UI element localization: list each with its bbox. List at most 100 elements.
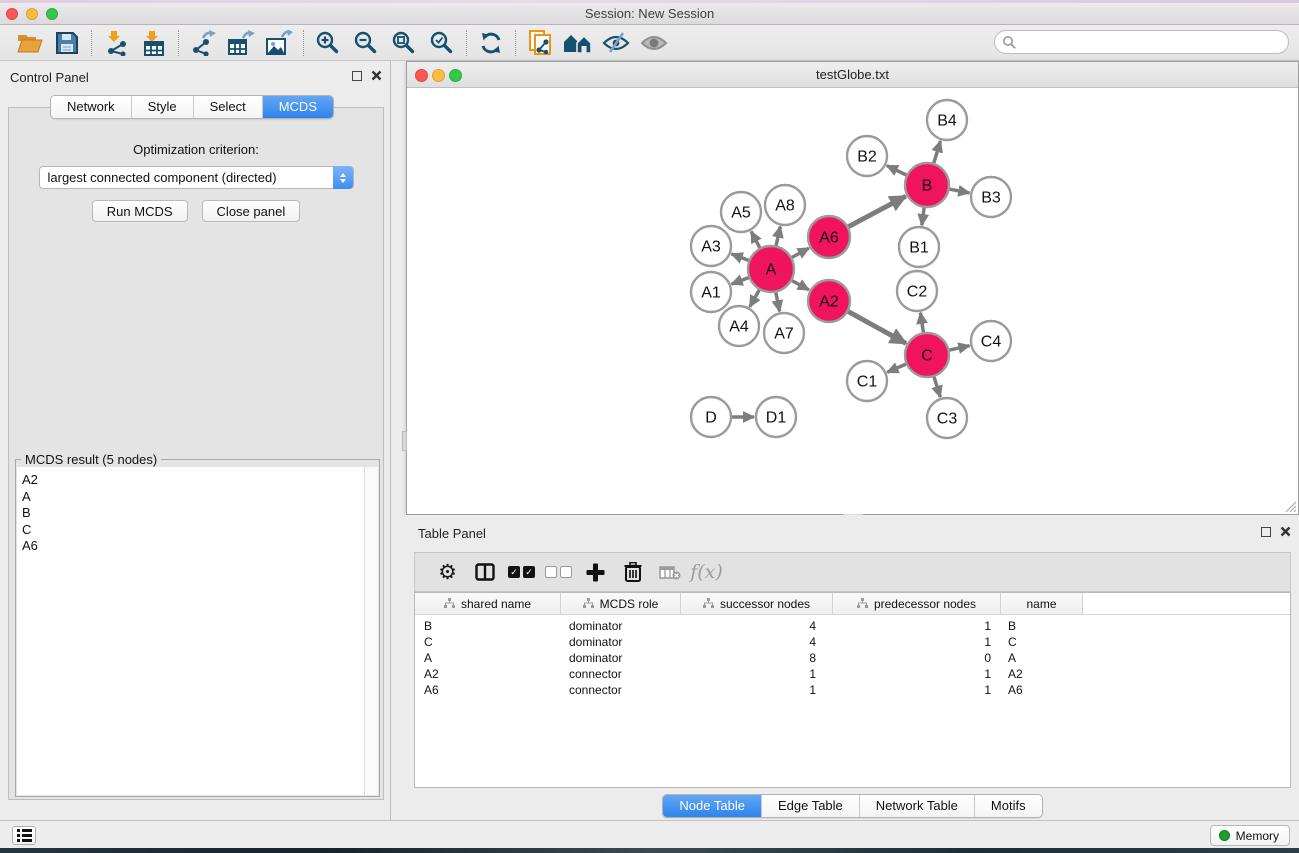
graph-node-D1[interactable]: D1 [756,397,796,437]
select-all-columns-button[interactable]: ✓✓ [503,556,540,588]
graph-edge-A2-C[interactable] [848,312,906,344]
memory-button[interactable]: Memory [1210,825,1290,846]
graph-edge-A6-B[interactable] [848,196,905,227]
table-settings-button[interactable]: ⚙ [429,556,466,588]
graph-node-A6[interactable]: A6 [808,216,850,258]
graph-edge-C-C1[interactable] [887,364,906,372]
mcds-result-item[interactable]: A2 [22,472,364,489]
save-session-button[interactable] [50,28,84,58]
unselect-all-columns-button[interactable] [540,556,577,588]
function-builder-button[interactable]: f(x) [688,556,725,588]
show-column-button[interactable] [466,556,503,588]
column-header-mcds-role[interactable]: MCDS role [561,593,681,614]
close-table-panel-icon[interactable] [1280,526,1291,537]
new-network-from-selection-button[interactable] [523,28,557,58]
mcds-result-item[interactable]: A6 [22,538,364,555]
float-panel-icon[interactable] [352,71,362,81]
graph-edge-A-A5[interactable] [751,232,760,248]
network-canvas[interactable]: B4 B2 B B3 A5A8A6 B1 A3 A A1 A2 C2 A4A7 C C4 C1 C3 D D1 [407,88,1298,514]
column-header-predecessor-nodes[interactable]: predecessor nodes [833,593,1001,614]
float-table-panel-icon[interactable] [1261,527,1271,537]
graph-edge-A-A3[interactable] [732,254,749,261]
tab-network[interactable]: Network [51,96,132,118]
resize-grip-icon[interactable] [1283,499,1297,513]
zoom-in-button[interactable] [311,28,345,58]
table-row[interactable]: A6connector11A6 [415,682,1290,698]
tab-motifs[interactable]: Motifs [975,795,1042,817]
graph-node-A7[interactable]: A7 [764,313,804,353]
tab-style[interactable]: Style [132,96,194,118]
graph-node-B4[interactable]: B4 [927,100,967,140]
close-panel-button[interactable]: Close panel [202,200,301,222]
import-network-button[interactable] [99,28,133,58]
tab-edge-table[interactable]: Edge Table [762,795,860,817]
graph-edge-A-A4[interactable] [750,290,760,307]
graph-edge-C-C2[interactable] [920,313,923,333]
graph-node-A1[interactable]: A1 [691,272,731,312]
graph-edge-A-A7[interactable] [776,293,780,312]
graph-edge-A-A8[interactable] [776,227,780,246]
table-row[interactable]: Adominator80A [415,650,1290,666]
zoom-fit-icon [391,30,417,56]
mcds-result-item[interactable]: C [22,522,364,539]
tab-network-table[interactable]: Network Table [860,795,975,817]
graph-node-A2[interactable]: A2 [808,280,850,322]
mcds-result-item[interactable]: B [22,505,364,522]
export-image-button[interactable] [262,28,296,58]
graph-node-C2[interactable]: C2 [897,271,937,311]
graph-edge-A-A1[interactable] [732,278,749,285]
graph-edge-B-B4[interactable] [934,141,941,163]
import-table-button[interactable] [137,28,171,58]
graph-edge-B-B2[interactable] [887,166,907,175]
graph-node-B1[interactable]: B1 [899,227,939,267]
export-table-button[interactable] [224,28,258,58]
show-task-history-button[interactable] [12,826,36,845]
graph-node-B[interactable]: B [905,163,949,207]
graph-edge-C-C4[interactable] [950,346,970,350]
zoom-selected-button[interactable] [425,28,459,58]
create-column-button[interactable] [577,556,614,588]
table-row[interactable]: A2connector11A2 [415,666,1290,682]
optimization-criterion-select[interactable]: largest connected component (directed) [39,166,354,189]
show-all-button[interactable] [637,28,671,58]
search-input[interactable] [994,30,1289,54]
graph-node-A4[interactable]: A4 [719,306,759,346]
graph-node-A5[interactable]: A5 [721,192,761,232]
hide-selected-button[interactable] [599,28,633,58]
tab-mcds[interactable]: MCDS [263,96,333,118]
table-row[interactable]: Cdominator41C [415,634,1290,650]
graph-node-B3[interactable]: B3 [971,177,1011,217]
graph-edge-A-A2[interactable] [792,281,809,290]
column-header-shared-name[interactable]: shared name [415,593,561,614]
graph-node-D[interactable]: D [691,397,731,437]
graph-node-A8[interactable]: A8 [765,185,805,225]
close-panel-icon[interactable] [371,70,382,81]
graph-node-C1[interactable]: C1 [847,361,887,401]
run-mcds-button[interactable]: Run MCDS [92,200,188,222]
first-neighbors-button[interactable] [561,28,595,58]
graph-edge-A-A6[interactable] [792,248,809,257]
graph-node-B2[interactable]: B2 [847,136,887,176]
delete-table-button[interactable] [651,556,688,588]
column-header-name[interactable]: name [1001,593,1083,614]
zoom-out-button[interactable] [349,28,383,58]
delete-columns-button[interactable] [614,556,651,588]
mcds-list-scrollbar[interactable] [364,467,378,795]
zoom-fit-button[interactable] [387,28,421,58]
graph-node-C3[interactable]: C3 [927,398,967,438]
tab-select[interactable]: Select [194,96,263,118]
graph-edge-C-C3[interactable] [934,377,940,397]
graph-edge-B-B1[interactable] [922,208,924,225]
table-row[interactable]: Bdominator41B [415,618,1290,634]
graph-node-A[interactable]: A [748,246,794,292]
graph-edge-B-B3[interactable] [950,189,970,193]
graph-node-C4[interactable]: C4 [971,321,1011,361]
column-header-successor-nodes[interactable]: successor nodes [681,593,833,614]
refresh-view-button[interactable] [474,28,508,58]
mcds-result-item[interactable]: A [22,489,364,506]
open-session-button[interactable] [12,28,46,58]
graph-node-A3[interactable]: A3 [691,226,731,266]
tab-node-table[interactable]: Node Table [663,795,762,817]
graph-node-C[interactable]: C [905,333,949,377]
export-network-button[interactable] [186,28,220,58]
